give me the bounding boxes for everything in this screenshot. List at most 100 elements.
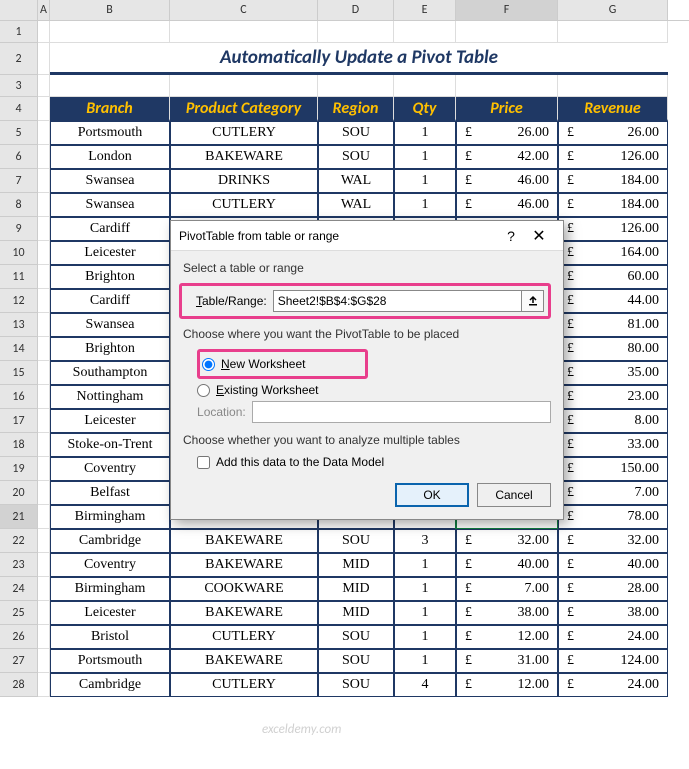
revenue-cell[interactable]: £40.00	[558, 553, 668, 577]
branch-cell[interactable]: Swansea	[50, 193, 170, 217]
price-cell[interactable]: £46.00	[456, 169, 558, 193]
empty-cell[interactable]	[38, 217, 50, 241]
empty-cell[interactable]	[38, 433, 50, 457]
empty-cell[interactable]	[38, 409, 50, 433]
category-cell[interactable]: CUTLERY	[170, 625, 318, 649]
branch-cell[interactable]: Brighton	[50, 337, 170, 361]
row-header[interactable]: 9	[0, 217, 38, 241]
region-cell[interactable]: MID	[318, 577, 394, 601]
row-header[interactable]: 4	[0, 97, 38, 121]
branch-cell[interactable]: Bristol	[50, 625, 170, 649]
row-header[interactable]: 5	[0, 121, 38, 145]
branch-cell[interactable]: Stoke-on-Trent	[50, 433, 170, 457]
empty-cell[interactable]	[50, 21, 170, 43]
empty-cell[interactable]	[38, 577, 50, 601]
qty-cell[interactable]: 1	[394, 625, 456, 649]
branch-cell[interactable]: Leicester	[50, 409, 170, 433]
row-header[interactable]: 20	[0, 481, 38, 505]
revenue-cell[interactable]: £81.00	[558, 313, 668, 337]
row-header[interactable]: 16	[0, 385, 38, 409]
row-header[interactable]: 23	[0, 553, 38, 577]
category-cell[interactable]: BAKEWARE	[170, 145, 318, 169]
row-header[interactable]: 18	[0, 433, 38, 457]
price-cell[interactable]: £38.00	[456, 601, 558, 625]
category-cell[interactable]: CUTLERY	[170, 121, 318, 145]
add-to-data-model-checkbox[interactable]	[197, 456, 210, 469]
row-header[interactable]: 24	[0, 577, 38, 601]
price-cell[interactable]: £12.00	[456, 625, 558, 649]
price-cell[interactable]: £31.00	[456, 649, 558, 673]
category-cell[interactable]: BAKEWARE	[170, 649, 318, 673]
empty-cell[interactable]	[38, 601, 50, 625]
row-header[interactable]: 6	[0, 145, 38, 169]
region-cell[interactable]: SOU	[318, 649, 394, 673]
qty-cell[interactable]: 1	[394, 553, 456, 577]
category-cell[interactable]: COOKWARE	[170, 577, 318, 601]
revenue-cell[interactable]: £28.00	[558, 577, 668, 601]
col-header-f[interactable]: F	[456, 0, 558, 20]
region-cell[interactable]: MID	[318, 553, 394, 577]
category-cell[interactable]: BAKEWARE	[170, 553, 318, 577]
branch-cell[interactable]: Brighton	[50, 265, 170, 289]
empty-cell[interactable]	[38, 265, 50, 289]
revenue-cell[interactable]: £184.00	[558, 169, 668, 193]
empty-cell[interactable]	[50, 75, 170, 97]
dialog-close-button[interactable]: ✕	[523, 226, 555, 246]
row-header[interactable]: 22	[0, 529, 38, 553]
branch-cell[interactable]: Leicester	[50, 601, 170, 625]
empty-cell[interactable]	[38, 505, 50, 529]
price-cell[interactable]: £40.00	[456, 553, 558, 577]
branch-cell[interactable]: Belfast	[50, 481, 170, 505]
empty-cell[interactable]	[38, 361, 50, 385]
row-header[interactable]: 7	[0, 169, 38, 193]
row-header[interactable]: 21	[0, 505, 38, 529]
collapse-dialog-button[interactable]	[522, 290, 544, 312]
row-header[interactable]: 11	[0, 265, 38, 289]
qty-cell[interactable]: 1	[394, 649, 456, 673]
empty-cell[interactable]	[38, 673, 50, 697]
existing-worksheet-radio[interactable]	[197, 384, 210, 397]
empty-cell[interactable]	[38, 169, 50, 193]
empty-cell[interactable]	[394, 21, 456, 43]
revenue-cell[interactable]: £26.00	[558, 121, 668, 145]
branch-cell[interactable]: Cambridge	[50, 529, 170, 553]
empty-cell[interactable]	[456, 75, 558, 97]
price-cell[interactable]: £32.00	[456, 529, 558, 553]
branch-cell[interactable]: Birmingham	[50, 577, 170, 601]
empty-cell[interactable]	[38, 241, 50, 265]
region-cell[interactable]: SOU	[318, 145, 394, 169]
empty-cell[interactable]	[318, 21, 394, 43]
region-cell[interactable]: MID	[318, 601, 394, 625]
empty-cell[interactable]	[456, 21, 558, 43]
row-header[interactable]: 14	[0, 337, 38, 361]
empty-cell[interactable]	[38, 75, 50, 97]
branch-cell[interactable]: Swansea	[50, 313, 170, 337]
branch-cell[interactable]: Coventry	[50, 553, 170, 577]
row-header[interactable]: 12	[0, 289, 38, 313]
qty-cell[interactable]: 1	[394, 145, 456, 169]
empty-cell[interactable]	[38, 21, 50, 43]
empty-cell[interactable]	[38, 313, 50, 337]
cancel-button[interactable]: Cancel	[477, 483, 551, 507]
region-cell[interactable]: WAL	[318, 193, 394, 217]
branch-cell[interactable]: Cambridge	[50, 673, 170, 697]
revenue-cell[interactable]: £24.00	[558, 625, 668, 649]
revenue-cell[interactable]: £32.00	[558, 529, 668, 553]
empty-cell[interactable]	[38, 145, 50, 169]
empty-cell[interactable]	[38, 625, 50, 649]
branch-cell[interactable]: Leicester	[50, 241, 170, 265]
branch-cell[interactable]: Cardiff	[50, 217, 170, 241]
revenue-cell[interactable]: £126.00	[558, 145, 668, 169]
qty-cell[interactable]: 4	[394, 673, 456, 697]
qty-cell[interactable]: 1	[394, 193, 456, 217]
dialog-titlebar[interactable]: PivotTable from table or range ? ✕	[171, 221, 563, 251]
category-cell[interactable]: BAKEWARE	[170, 601, 318, 625]
revenue-cell[interactable]: £24.00	[558, 673, 668, 697]
col-header-d[interactable]: D	[318, 0, 394, 20]
empty-cell[interactable]	[38, 337, 50, 361]
empty-cell[interactable]	[38, 385, 50, 409]
empty-cell[interactable]	[170, 75, 318, 97]
qty-cell[interactable]: 1	[394, 169, 456, 193]
empty-cell[interactable]	[38, 529, 50, 553]
revenue-cell[interactable]: £7.00	[558, 481, 668, 505]
